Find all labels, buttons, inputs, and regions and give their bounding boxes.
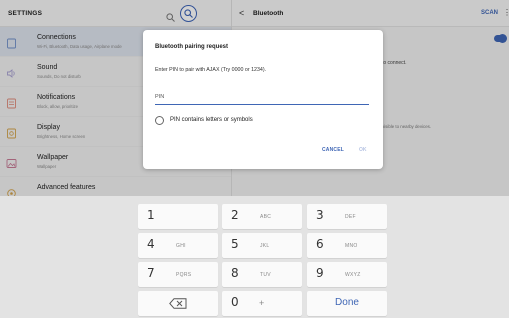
- backspace-key[interactable]: [138, 291, 218, 316]
- key-digit: 9: [316, 266, 324, 280]
- numeric-keyboard: 1 2 ABC 3 DEF 4 GHI 5 JKL 6 MNO 7 PQRS 8…: [0, 196, 509, 318]
- key-digit: 7: [147, 266, 155, 280]
- pin-letters-label: PIN contains letters or symbols: [170, 117, 253, 123]
- key-3[interactable]: 3 DEF: [307, 204, 387, 229]
- key-letters: MNO: [345, 243, 358, 249]
- key-7[interactable]: 7 PQRS: [138, 262, 218, 287]
- key-digit: 0: [231, 295, 239, 309]
- key-9[interactable]: 9 WXYZ: [307, 262, 387, 287]
- key-2[interactable]: 2 ABC: [222, 204, 302, 229]
- key-letters: PQRS: [176, 272, 192, 278]
- key-5[interactable]: 5 JKL: [222, 233, 302, 258]
- pin-letters-option[interactable]: PIN contains letters or symbols: [155, 115, 253, 125]
- key-letters: JKL: [260, 243, 270, 249]
- key-digit: 4: [147, 237, 155, 251]
- key-letters: +: [259, 298, 265, 308]
- dialog-message: Enter PIN to pair with AJAX (Try 0000 or…: [155, 67, 267, 73]
- key-4[interactable]: 4 GHI: [138, 233, 218, 258]
- done-key[interactable]: Done: [307, 291, 387, 316]
- key-digit: 3: [316, 208, 324, 222]
- key-letters: DEF: [345, 214, 356, 220]
- key-digit: 1: [147, 208, 155, 222]
- key-digit: 2: [231, 208, 239, 222]
- ok-button[interactable]: OK: [359, 147, 367, 153]
- pin-input[interactable]: [155, 89, 369, 105]
- key-digit: 6: [316, 237, 324, 251]
- key-6[interactable]: 6 MNO: [307, 233, 387, 258]
- key-1[interactable]: 1: [138, 204, 218, 229]
- key-digit: 5: [231, 237, 239, 251]
- key-digit: 8: [231, 266, 239, 280]
- pin-letters-radio[interactable]: [155, 115, 164, 125]
- done-label: Done: [335, 297, 359, 308]
- key-letters: GHI: [176, 243, 186, 249]
- key-0[interactable]: 0 +: [222, 291, 302, 316]
- key-letters: ABC: [260, 214, 272, 220]
- key-letters: TUV: [260, 272, 271, 278]
- key-letters: WXYZ: [345, 272, 361, 278]
- pairing-dialog: Bluetooth pairing request Enter PIN to p…: [143, 30, 383, 169]
- key-8[interactable]: 8 TUV: [222, 262, 302, 287]
- dialog-title: Bluetooth pairing request: [155, 44, 229, 50]
- cancel-button[interactable]: CANCEL: [322, 147, 344, 153]
